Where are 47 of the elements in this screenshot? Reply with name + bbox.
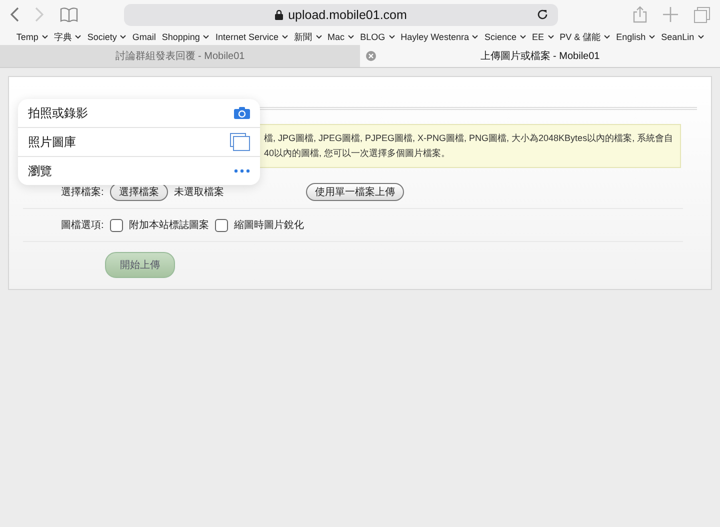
- bookmark-item[interactable]: Gmail: [132, 32, 156, 42]
- bookmark-item[interactable]: 新聞: [294, 30, 322, 44]
- bookmark-item[interactable]: SeanLin: [661, 32, 704, 42]
- lock-icon: [275, 10, 284, 20]
- bookmark-item[interactable]: 字典: [54, 30, 82, 44]
- menu-item-label: 瀏覽: [28, 162, 52, 180]
- back-icon[interactable]: [10, 7, 19, 22]
- url-text: upload.mobile01.com: [288, 8, 407, 22]
- photos-stack-icon: [230, 133, 250, 151]
- tabs-icon[interactable]: [694, 6, 710, 22]
- bookmark-item[interactable]: PV & 儲能: [560, 30, 610, 44]
- book-icon[interactable]: [60, 7, 78, 22]
- option-label: 縮圖時圖片銳化: [234, 218, 304, 232]
- file-status: 未選取檔案: [174, 186, 224, 199]
- field-label: 圖檔選項:: [61, 218, 104, 232]
- bookmark-item[interactable]: English: [616, 32, 656, 42]
- menu-item[interactable]: 拍照或錄影: [18, 99, 260, 127]
- bookmark-item[interactable]: Science: [484, 32, 526, 42]
- bookmark-item[interactable]: Shopping: [162, 32, 210, 42]
- address-bar[interactable]: upload.mobile01.com: [124, 4, 558, 26]
- menu-item-label: 拍照或錄影: [28, 104, 88, 122]
- bookmark-item[interactable]: Internet Service: [215, 32, 288, 42]
- close-icon[interactable]: [366, 51, 376, 61]
- share-icon[interactable]: [633, 6, 647, 23]
- bookmark-item[interactable]: Society: [87, 32, 126, 42]
- notice-text: 40以內的圖檔, 您可以一次選擇多個圖片檔案。: [264, 147, 452, 160]
- browser-tab[interactable]: 討論群組發表回覆 - Mobile01: [0, 45, 360, 67]
- bookmark-item[interactable]: Mac: [328, 32, 354, 42]
- menu-item-label: 照片圖庫: [28, 134, 76, 150]
- bookmark-item[interactable]: BLOG: [360, 32, 395, 42]
- browser-tab[interactable]: 上傳圖片或檔案 - Mobile01: [360, 45, 720, 67]
- option-label: 附加本站標誌圖案: [128, 218, 209, 232]
- checkbox[interactable]: [214, 218, 228, 232]
- plus-icon[interactable]: [663, 7, 678, 22]
- field-label: 選擇檔案:: [61, 186, 104, 199]
- menu-item[interactable]: 照片圖庫: [18, 127, 260, 156]
- start-upload-button[interactable]: 開始上傳: [105, 252, 175, 278]
- bookmark-item[interactable]: Temp: [16, 32, 48, 42]
- menu-item[interactable]: 瀏覽: [18, 156, 260, 185]
- notice-text: 檔, JPG圖檔, JPEG圖檔, PJPEG圖檔, X-PNG圖檔, PNG圖檔, 大小為2048KBytes以內的檔案, 系統會自: [264, 132, 674, 145]
- checkbox[interactable]: [110, 218, 123, 232]
- reload-icon[interactable]: [537, 9, 548, 20]
- single-upload-button[interactable]: 使用單一檔案上傳: [306, 183, 404, 201]
- camera-icon: [234, 107, 250, 119]
- more-icon: [234, 169, 250, 173]
- bookmark-item[interactable]: EE: [532, 32, 554, 42]
- bookmark-item[interactable]: Hayley Westenra: [400, 32, 478, 42]
